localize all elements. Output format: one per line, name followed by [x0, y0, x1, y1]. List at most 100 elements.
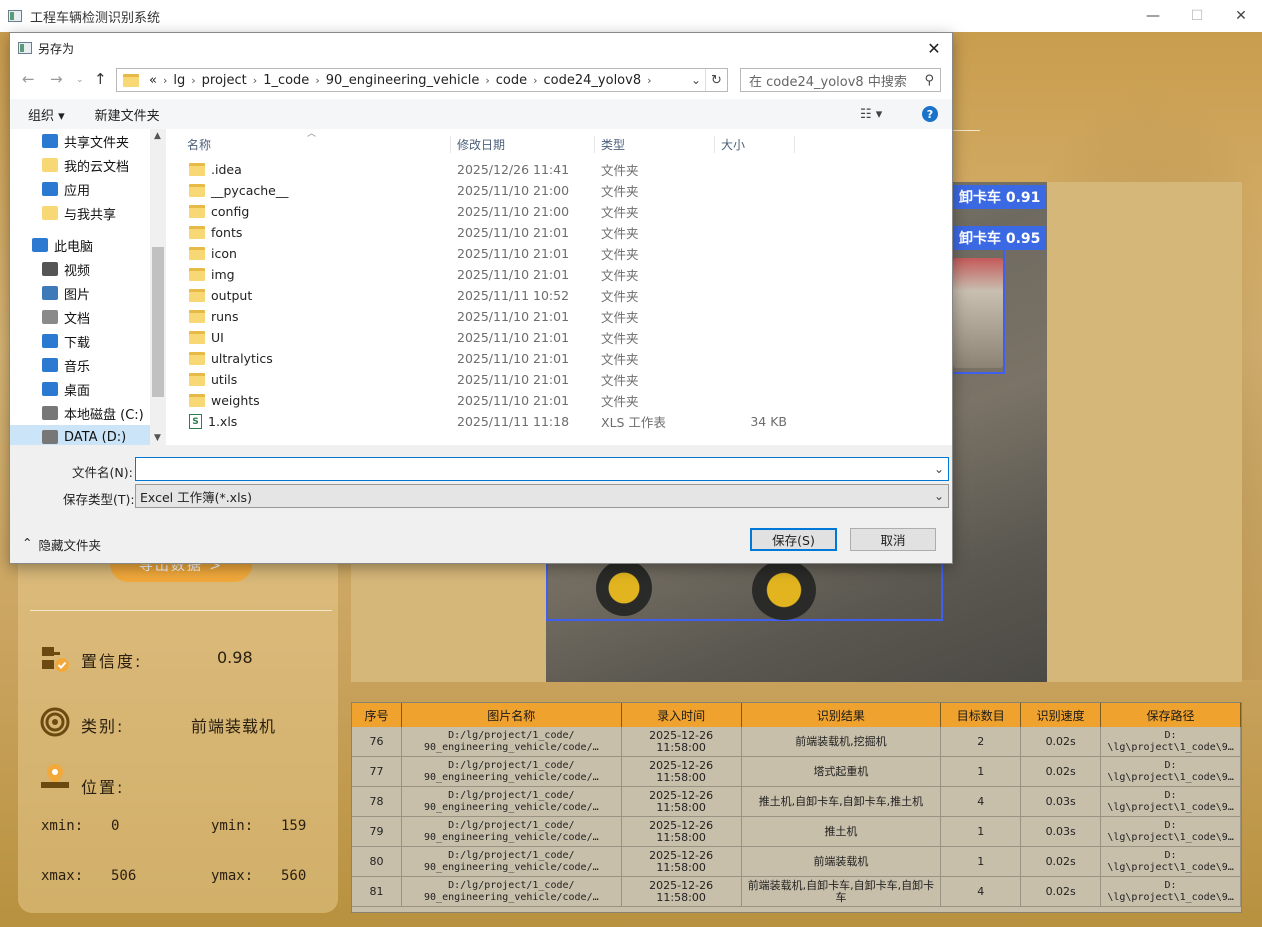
- breadcrumb-item[interactable]: 1_code: [263, 73, 309, 88]
- column-date[interactable]: 修改日期: [451, 135, 595, 153]
- file-row[interactable]: weights 2025/11/10 21:01 文件夹: [167, 390, 952, 411]
- table-row[interactable]: 77 D:/lg/project/1_code/ 90_engineering_v…: [352, 757, 1241, 787]
- new-folder-button[interactable]: 新建文件夹: [95, 105, 160, 124]
- file-type: 文件夹: [601, 289, 639, 304]
- nav-item[interactable]: 图片: [10, 281, 165, 305]
- column-header[interactable]: 保存路径: [1101, 703, 1241, 727]
- view-options-icon[interactable]: ☷ ▾: [860, 107, 882, 122]
- column-name[interactable]: 名称 ︿: [167, 129, 451, 153]
- computer-icon: [32, 238, 48, 252]
- breadcrumb-item[interactable]: lg: [173, 73, 185, 88]
- recent-chevron-icon[interactable]: ⌄: [76, 75, 84, 85]
- table-body[interactable]: 76 D:/lg/project/1_code/ 90_engineering_v…: [352, 727, 1241, 907]
- filetype-select[interactable]: Excel 工作簿(*.xls) ⌄: [135, 484, 949, 508]
- filetype-label: 保存类型(T):: [63, 492, 135, 507]
- table-row[interactable]: 80 D:/lg/project/1_code/ 90_engineering_v…: [352, 847, 1241, 877]
- folder-icon: [189, 268, 205, 281]
- file-type: 文件夹: [601, 163, 639, 178]
- file-type: 文件夹: [601, 247, 639, 262]
- up-icon[interactable]: ↑: [94, 70, 107, 88]
- file-row[interactable]: output 2025/11/11 10:52 文件夹: [167, 285, 952, 306]
- file-type: 文件夹: [601, 184, 639, 199]
- dialog-close-button[interactable]: ✕: [922, 37, 946, 59]
- address-bar[interactable]: « › lg › project › 1_code › 90_engineering_vehic…: [116, 68, 728, 92]
- column-header[interactable]: 序号: [352, 703, 402, 727]
- breadcrumb-item[interactable]: 90_engineering_vehicle: [326, 73, 480, 88]
- file-row[interactable]: img 2025/11/10 21:01 文件夹: [167, 264, 952, 285]
- class-label: 类别:: [81, 717, 125, 736]
- column-type[interactable]: 类型: [595, 135, 715, 153]
- chevron-down-icon[interactable]: ⌄: [691, 73, 701, 87]
- folder-icon: [189, 247, 205, 260]
- file-row[interactable]: __pycache__ 2025/11/10 21:00 文件夹: [167, 180, 952, 201]
- column-header[interactable]: 识别结果: [742, 703, 942, 727]
- file-row[interactable]: config 2025/11/10 21:00 文件夹: [167, 201, 952, 222]
- nav-item[interactable]: 共享文件夹: [10, 129, 165, 153]
- nav-item-label: 应用: [64, 183, 91, 199]
- file-row[interactable]: .idea 2025/12/26 11:41 文件夹: [167, 159, 952, 180]
- nav-item[interactable]: 音乐: [10, 353, 165, 377]
- help-icon[interactable]: ?: [922, 106, 938, 122]
- breadcrumb-item[interactable]: code: [496, 73, 527, 88]
- breadcrumb-item[interactable]: code24_yolov8: [544, 73, 642, 88]
- nav-item[interactable]: 下载: [10, 329, 165, 353]
- breadcrumb-item[interactable]: «: [149, 73, 157, 88]
- file-row[interactable]: UI 2025/11/10 21:01 文件夹: [167, 327, 952, 348]
- nav-item[interactable]: 此电脑: [10, 233, 165, 257]
- hide-folders-toggle[interactable]: ⌃ 隐藏文件夹: [22, 535, 101, 554]
- xmin-value: 0: [111, 818, 120, 834]
- close-button[interactable]: ✕: [1218, 0, 1262, 32]
- nav-item[interactable]: 我的云文档: [10, 153, 165, 177]
- nav-item[interactable]: 桌面: [10, 377, 165, 401]
- file-row[interactable]: utils 2025/11/10 21:01 文件夹: [167, 369, 952, 390]
- nav-item[interactable]: 本地磁盘 (C:): [10, 401, 165, 425]
- column-header[interactable]: 目标数目: [941, 703, 1022, 727]
- column-header[interactable]: 录入时间: [622, 703, 742, 727]
- file-type: 文件夹: [601, 205, 639, 220]
- nav-item[interactable]: 文档: [10, 305, 165, 329]
- cancel-button[interactable]: 取消: [850, 528, 936, 551]
- minimize-button[interactable]: —: [1130, 0, 1176, 32]
- table-row[interactable]: 78 D:/lg/project/1_code/ 90_engineering_v…: [352, 787, 1241, 817]
- file-row[interactable]: fonts 2025/11/10 21:01 文件夹: [167, 222, 952, 243]
- maximize-button[interactable]: ☐: [1174, 0, 1220, 32]
- table-row[interactable]: 79 D:/lg/project/1_code/ 90_engineering_v…: [352, 817, 1241, 847]
- class-icon: [40, 707, 70, 740]
- chevron-down-icon[interactable]: ⌄: [934, 462, 944, 476]
- scroll-up-icon[interactable]: ▲: [154, 131, 161, 141]
- column-size[interactable]: 大小: [715, 135, 795, 153]
- table-cell: 前端装载机,挖掘机: [742, 727, 942, 756]
- table-cell: 78: [352, 787, 402, 816]
- filename-field[interactable]: ⌄: [135, 457, 949, 481]
- scroll-thumb[interactable]: [152, 247, 164, 397]
- refresh-icon[interactable]: ↻: [705, 69, 727, 91]
- organize-button[interactable]: 组织 ▾: [28, 105, 65, 124]
- file-row[interactable]: ultralytics 2025/11/10 21:01 文件夹: [167, 348, 952, 369]
- column-header[interactable]: 图片名称: [402, 703, 622, 727]
- back-icon[interactable]: ←: [22, 70, 35, 88]
- video-icon: [42, 262, 58, 276]
- file-row[interactable]: icon 2025/11/10 21:01 文件夹: [167, 243, 952, 264]
- chevron-down-icon[interactable]: ⌄: [934, 489, 944, 503]
- breadcrumb-item[interactable]: project: [202, 73, 247, 88]
- nav-scrollbar[interactable]: ▲ ▼: [150, 129, 166, 445]
- save-button[interactable]: 保存(S): [750, 528, 837, 551]
- nav-item[interactable]: 应用: [10, 177, 165, 201]
- file-date: 2025/11/10 21:01: [457, 267, 570, 282]
- breadcrumb: « › lg › project › 1_code › 90_engineering_vehic…: [143, 73, 652, 88]
- scroll-down-icon[interactable]: ▼: [154, 433, 161, 443]
- file-row[interactable]: S 1.xls 2025/11/11 11:18 XLS 工作表 34 KB: [167, 411, 952, 432]
- file-type: 文件夹: [601, 310, 639, 325]
- nav-item[interactable]: 视频: [10, 257, 165, 281]
- forward-icon[interactable]: →: [50, 70, 63, 88]
- table-row[interactable]: 81 D:/lg/project/1_code/ 90_engineering_v…: [352, 877, 1241, 907]
- nav-item[interactable]: DATA (D:): [10, 425, 165, 445]
- nav-item[interactable]: 与我共享: [10, 201, 165, 225]
- file-name: icon: [211, 246, 237, 261]
- table-row[interactable]: 76 D:/lg/project/1_code/ 90_engineering_v…: [352, 727, 1241, 757]
- search-input[interactable]: 在 code24_yolov8 中搜索 ⚲: [740, 68, 941, 92]
- file-type: 文件夹: [601, 268, 639, 283]
- file-row[interactable]: runs 2025/11/10 21:01 文件夹: [167, 306, 952, 327]
- column-header[interactable]: 识别速度: [1021, 703, 1102, 727]
- detection-label: 卸卡车 0.91: [953, 185, 1047, 209]
